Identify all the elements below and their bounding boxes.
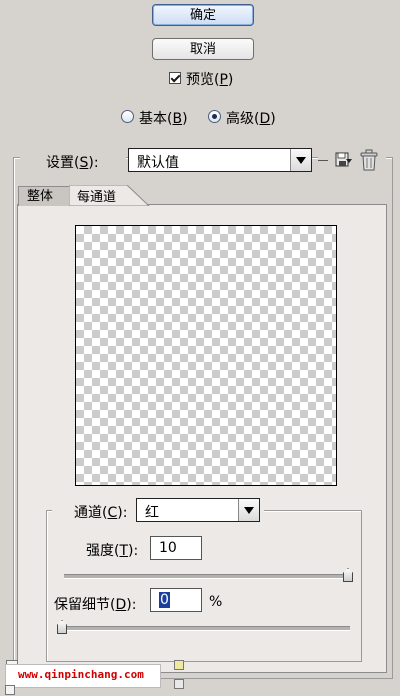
separator-dash <box>318 160 328 161</box>
preview-label: 预览 <box>186 72 214 88</box>
settings-dropdown[interactable]: 默认值 <box>128 148 312 172</box>
preserve-value: 0 <box>159 592 170 608</box>
radio-on-icon <box>208 110 221 123</box>
preview-mnemonic: P <box>219 72 228 88</box>
chevron-down-icon <box>290 149 311 171</box>
small-square-icon-2 <box>174 679 184 689</box>
advanced-mnemonic: D <box>259 111 271 127</box>
channel-label: 通道 <box>74 505 102 521</box>
advanced-radio[interactable]: 高级(D) <box>208 108 288 127</box>
basic-label: 基本 <box>139 111 167 127</box>
preserve-label: 保留细节 <box>54 597 110 613</box>
channel-label-group: 通道(C): <box>74 505 128 521</box>
watermark-text: www.qinpinchang.com <box>18 668 144 681</box>
preserve-label-group: 保留细节(D): <box>54 597 137 613</box>
tab-per-channel-label: 每通道 <box>77 190 117 205</box>
tab-overall[interactable]: 整体 <box>18 186 70 206</box>
basic-mnemonic: B <box>172 111 183 127</box>
strength-label-group: 强度(T): <box>86 543 139 559</box>
channel-group <box>46 510 362 662</box>
strength-value: 10 <box>159 540 177 556</box>
preview-checkbox[interactable]: 预览(P) <box>169 69 249 88</box>
preserve-input[interactable]: 0 <box>150 588 202 612</box>
checkbox-checked-icon <box>169 72 181 84</box>
chevron-down-icon <box>238 499 259 521</box>
cancel-button[interactable]: 取消 <box>152 38 254 60</box>
ok-button[interactable]: 确定 <box>152 4 254 26</box>
preview-canvas <box>75 225 337 486</box>
strength-slider-track[interactable] <box>64 574 350 579</box>
channel-value: 红 <box>145 505 159 521</box>
radio-off-icon <box>121 110 134 123</box>
small-corner-icon <box>5 685 15 695</box>
channel-mnemonic: C <box>107 505 118 521</box>
trash-icon[interactable] <box>360 149 378 171</box>
preserve-slider-track[interactable] <box>64 626 350 631</box>
settings-mnemonic: S <box>79 155 89 171</box>
strength-mnemonic: T <box>119 543 129 559</box>
settings-label-group: 设置(S): <box>46 155 99 171</box>
strength-label: 强度 <box>86 543 114 559</box>
small-square-icon <box>174 660 184 670</box>
tab-per-channel[interactable]: 每通道 <box>69 185 153 206</box>
preserve-unit: % <box>209 594 223 610</box>
advanced-label: 高级 <box>226 111 254 127</box>
save-preset-icon[interactable] <box>334 150 354 170</box>
basic-radio[interactable]: 基本(B) <box>121 108 201 127</box>
channel-dropdown[interactable]: 红 <box>136 498 260 522</box>
preserve-mnemonic: D <box>115 597 127 613</box>
strength-input[interactable]: 10 <box>150 536 202 560</box>
settings-value: 默认值 <box>137 155 179 171</box>
settings-label: 设置 <box>46 155 74 171</box>
